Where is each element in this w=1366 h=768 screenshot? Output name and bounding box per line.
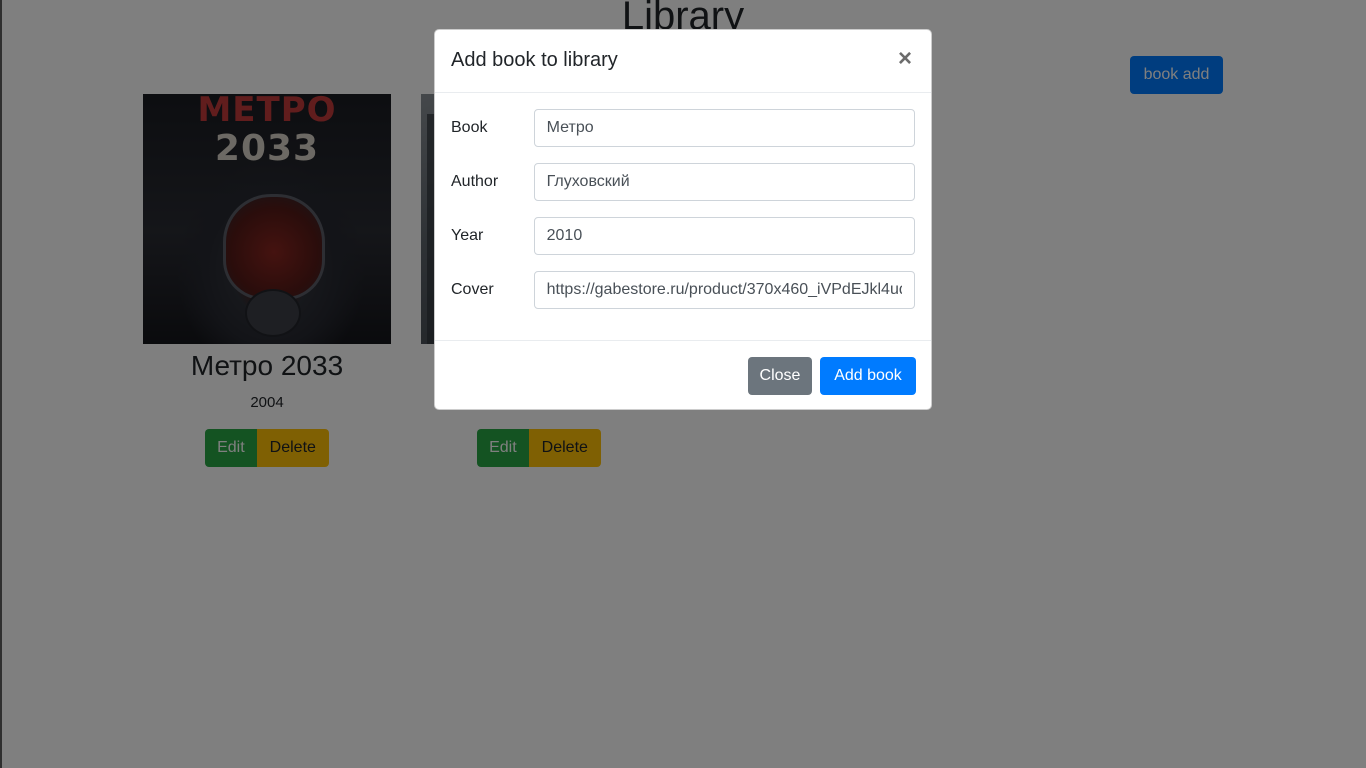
book-input[interactable]: [533, 109, 915, 147]
author-label: Author: [451, 173, 499, 190]
cover-input[interactable]: [533, 271, 915, 309]
form-row-author: Author: [451, 163, 915, 201]
form-row-year: Year: [451, 217, 915, 255]
add-book-button[interactable]: Add book: [820, 357, 916, 395]
modal-title: Add book to library: [451, 49, 618, 71]
form-row-cover: Cover: [451, 271, 915, 309]
close-button[interactable]: Close: [748, 357, 812, 395]
close-icon[interactable]: ×: [895, 46, 915, 72]
add-book-modal: Add book to library × Book Author Year C…: [434, 29, 932, 410]
modal-body: Book Author Year Cover: [435, 93, 931, 341]
year-input[interactable]: [533, 217, 915, 255]
book-label: Book: [451, 119, 488, 136]
form-row-book: Book: [451, 109, 915, 147]
cover-label: Cover: [451, 281, 494, 298]
window-edge: [0, 0, 2, 768]
author-input[interactable]: [533, 163, 915, 201]
modal-header: Add book to library ×: [435, 30, 931, 93]
modal-footer: Close Add book: [435, 341, 931, 411]
year-label: Year: [451, 227, 484, 244]
